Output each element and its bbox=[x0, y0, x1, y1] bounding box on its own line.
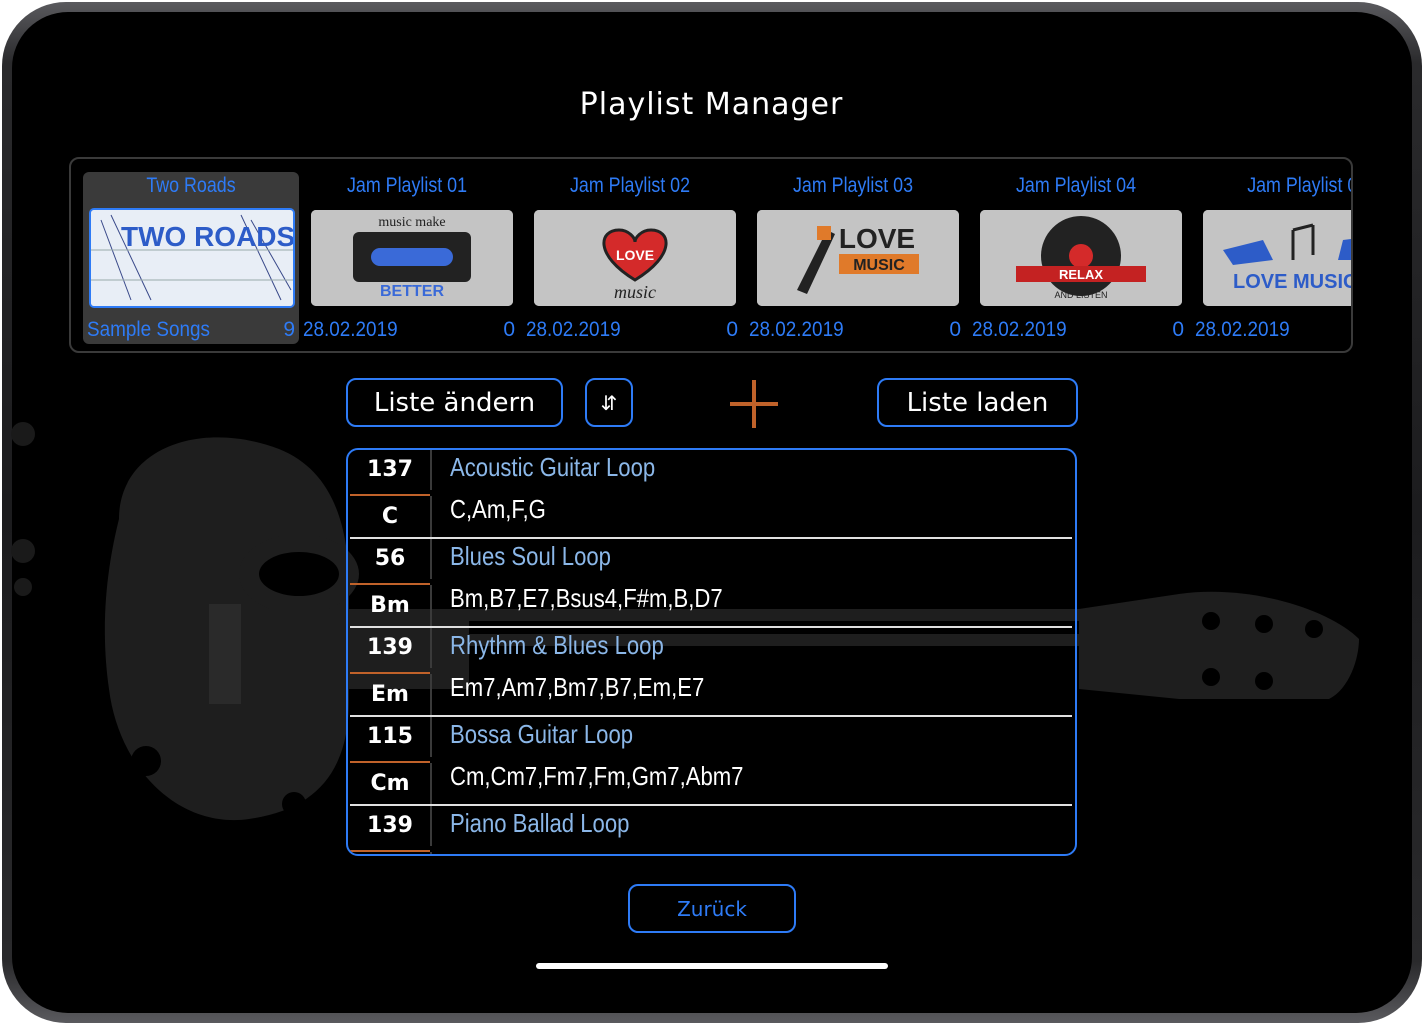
playlist-name: Jam Playlist 03 bbox=[792, 174, 914, 197]
song-row[interactable]: 115 Cm Bossa Guitar Loop Cm,Cm7,Fm7,Fm,G… bbox=[350, 717, 1072, 806]
playlist-name: Jam Playlist 05 bbox=[1247, 174, 1351, 197]
playlist-name: Jam Playlist 01 bbox=[346, 174, 468, 197]
svg-text:music make: music make bbox=[378, 215, 445, 230]
svg-text:MUSIC: MUSIC bbox=[853, 257, 905, 274]
playlist-card[interactable]: Jam Playlist 03 LOVE MUSIC 28.02.2019 0 bbox=[745, 172, 961, 344]
song-row[interactable]: 139 Piano Ballad Loop bbox=[350, 806, 1072, 854]
song-key: Cm bbox=[350, 763, 432, 805]
song-name: Piano Ballad Loop bbox=[450, 808, 630, 838]
playlist-count: 0 bbox=[1172, 318, 1184, 341]
playlist-shelf[interactable]: Two Roads TWO ROADS MUSIC Sample Songs 9… bbox=[69, 157, 1353, 353]
edit-list-button[interactable]: Liste ändern bbox=[346, 378, 563, 427]
playlist-card[interactable]: Jam Playlist 05 LOVE MUSIC 28.02.2019 bbox=[1191, 172, 1353, 344]
song-name: Blues Soul Loop bbox=[450, 541, 611, 571]
sort-arrows-icon: ⇵ bbox=[600, 390, 618, 415]
playlist-date: 28.02.2019 bbox=[526, 318, 621, 341]
side-button bbox=[11, 422, 35, 446]
side-button bbox=[11, 539, 35, 563]
svg-text:TWO ROADS MUSIC: TWO ROADS MUSIC bbox=[121, 221, 293, 252]
playlist-cover: RELAX AND LISTEN bbox=[980, 210, 1182, 306]
playlist-cover: LOVE music bbox=[534, 210, 736, 306]
svg-text:LOVE: LOVE bbox=[839, 223, 915, 254]
playlist-count: 0 bbox=[503, 318, 515, 341]
playlist-cover: TWO ROADS MUSIC bbox=[89, 208, 295, 308]
playlist-cover: LOVE MUSIC bbox=[1203, 210, 1353, 306]
playlist-date: 28.02.2019 bbox=[972, 318, 1067, 341]
svg-text:AND LISTEN: AND LISTEN bbox=[1054, 290, 1107, 300]
svg-text:BETTER: BETTER bbox=[380, 283, 444, 300]
svg-text:RELAX: RELAX bbox=[1059, 267, 1103, 282]
playlist-card[interactable]: Jam Playlist 04 RELAX AND LISTEN 28.02.2… bbox=[968, 172, 1184, 344]
playlist-card[interactable]: Jam Playlist 01 music make BETTER 28.02.… bbox=[299, 172, 515, 344]
svg-text:music: music bbox=[614, 282, 656, 302]
song-bpm: 139 bbox=[350, 628, 432, 668]
playlist-card[interactable]: Jam Playlist 02 LOVE music 28.02.2019 0 bbox=[522, 172, 738, 344]
playlist-name: Jam Playlist 02 bbox=[569, 174, 691, 197]
svg-text:LOVE MUSIC: LOVE MUSIC bbox=[1233, 271, 1353, 293]
svg-text:LOVE: LOVE bbox=[616, 247, 654, 263]
song-bpm: 56 bbox=[350, 539, 432, 579]
song-name: Acoustic Guitar Loop bbox=[450, 452, 656, 482]
song-chords: Em7,Am7,Bm7,B7,Em,E7 bbox=[450, 672, 705, 702]
song-bpm: 115 bbox=[350, 717, 432, 757]
playlist-count: 0 bbox=[949, 318, 961, 341]
song-key: C bbox=[350, 496, 432, 538]
playlist-count: 0 bbox=[726, 318, 738, 341]
side-button bbox=[14, 578, 32, 596]
song-list[interactable]: 137 C Acoustic Guitar Loop C,Am,F,G 56 B… bbox=[346, 448, 1077, 856]
sort-button[interactable]: ⇵ bbox=[585, 378, 633, 427]
song-row[interactable]: 137 C Acoustic Guitar Loop C,Am,F,G bbox=[350, 450, 1072, 539]
playlist-name: Jam Playlist 04 bbox=[1015, 174, 1137, 197]
song-chords: Cm,Cm7,Fm7,Fm,Gm7,Abm7 bbox=[450, 761, 744, 791]
song-key: Bm bbox=[350, 585, 432, 627]
playlist-cover: LOVE MUSIC bbox=[757, 210, 959, 306]
playlist-count: 9 bbox=[283, 318, 295, 341]
plus-icon[interactable] bbox=[730, 380, 778, 428]
playlist-date: 28.02.2019 bbox=[303, 318, 398, 341]
page-title: Playlist Manager bbox=[579, 87, 844, 122]
song-bpm: 137 bbox=[350, 450, 432, 490]
playlist-name: Two Roads bbox=[146, 174, 236, 197]
playlist-date: Sample Songs bbox=[87, 318, 210, 341]
song-key bbox=[350, 852, 432, 854]
song-row[interactable]: 56 Bm Blues Soul Loop Bm,B7,E7,Bsus4,F#m… bbox=[350, 539, 1072, 628]
song-name: Bossa Guitar Loop bbox=[450, 719, 634, 749]
home-indicator[interactable] bbox=[536, 963, 888, 969]
song-name: Rhythm & Blues Loop bbox=[450, 630, 664, 660]
song-bpm: 139 bbox=[350, 806, 432, 846]
playlist-card[interactable]: Two Roads TWO ROADS MUSIC Sample Songs 9 bbox=[83, 172, 299, 344]
playlist-date: 28.02.2019 bbox=[749, 318, 844, 341]
load-list-button[interactable]: Liste laden bbox=[877, 378, 1078, 427]
app-screen: Playlist Manager Two Roads TWO ROADS MUS… bbox=[49, 49, 1374, 974]
song-key: Em bbox=[350, 674, 432, 716]
playlist-date: 28.02.2019 bbox=[1195, 318, 1290, 341]
playlist-cover: music make BETTER bbox=[311, 210, 513, 306]
back-button[interactable]: Zurück bbox=[628, 884, 796, 933]
song-chords: C,Am,F,G bbox=[450, 494, 546, 524]
song-row[interactable]: 139 Em Rhythm & Blues Loop Em7,Am7,Bm7,B… bbox=[350, 628, 1072, 717]
song-chords: Bm,B7,E7,Bsus4,F#m,B,D7 bbox=[450, 583, 723, 613]
